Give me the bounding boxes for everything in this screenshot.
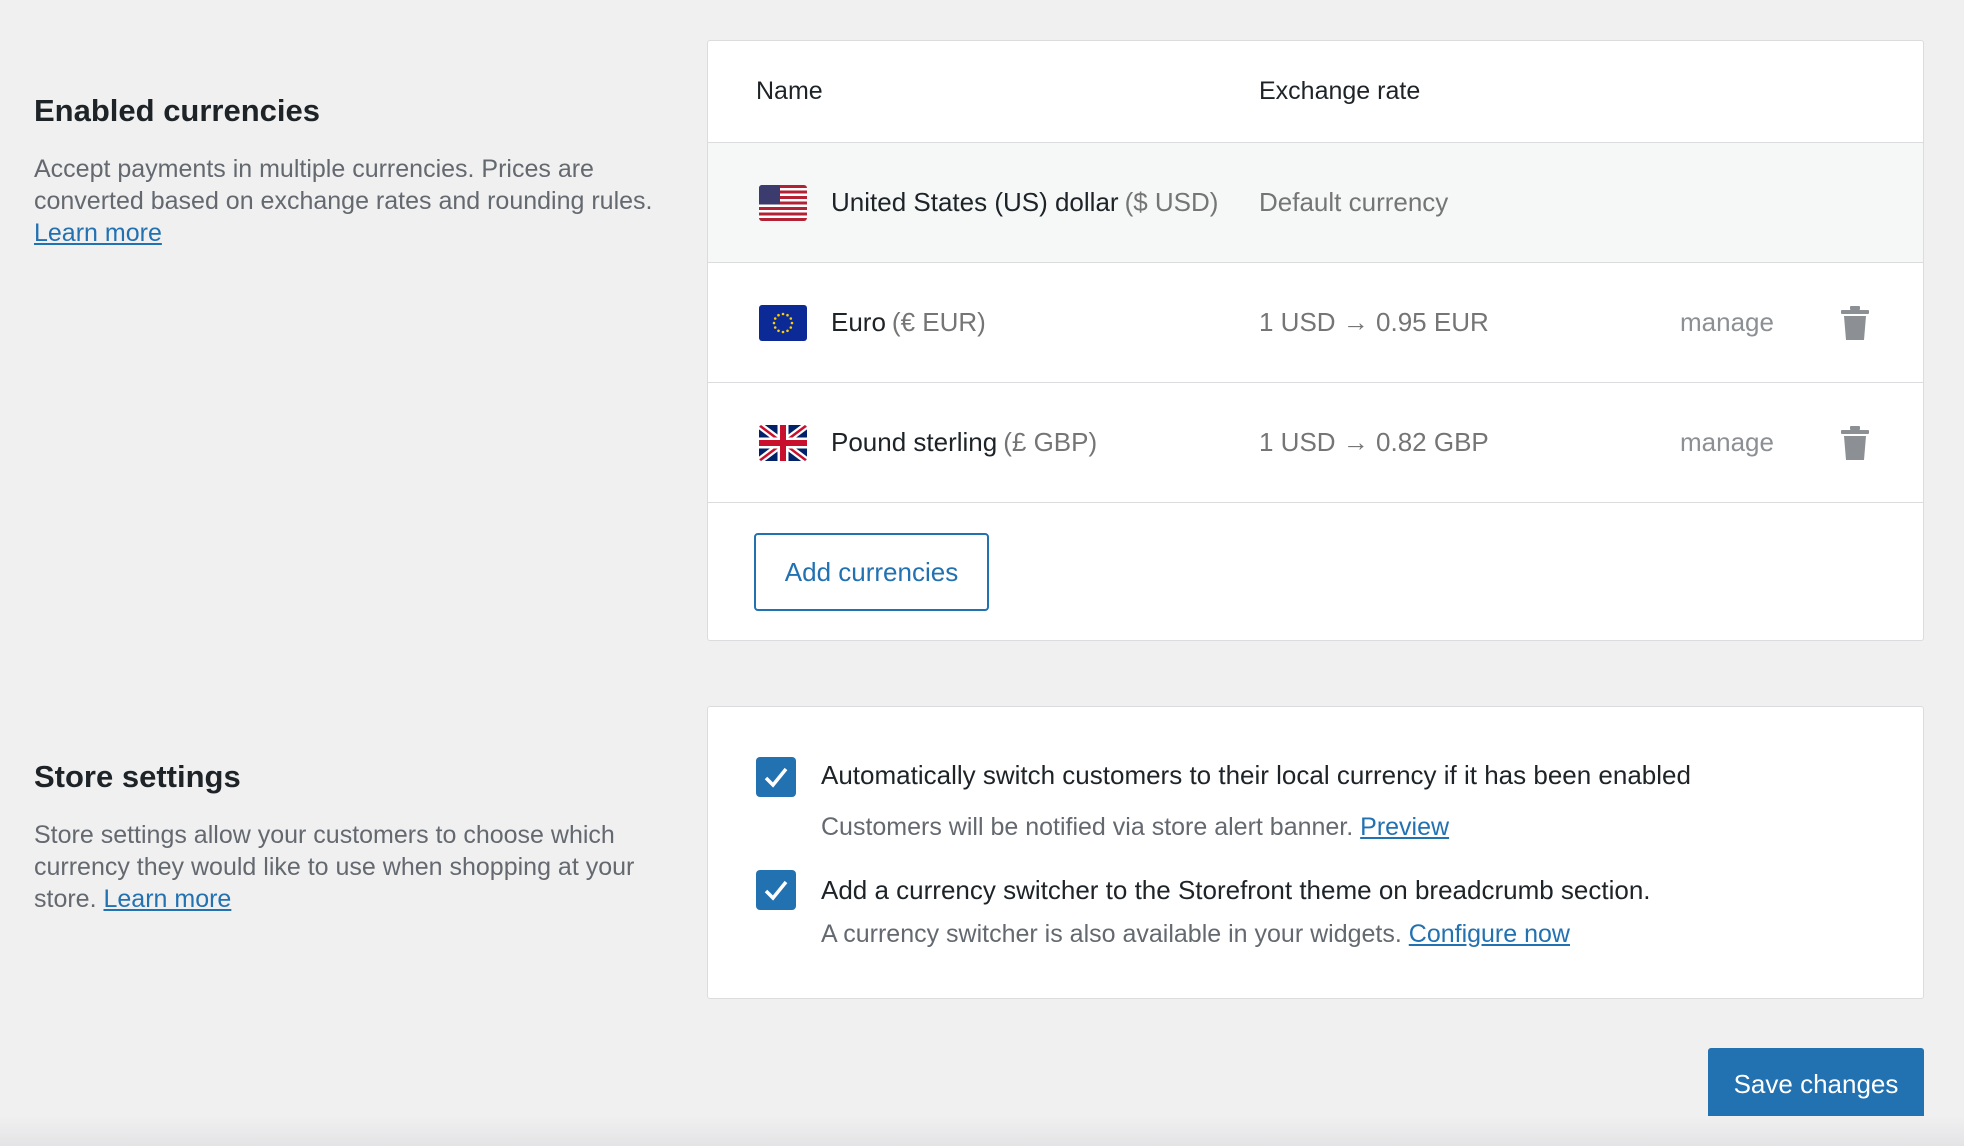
- currency-code: (€ EUR): [891, 307, 986, 337]
- currency-code: ($ USD): [1124, 187, 1219, 217]
- manage-eur-link[interactable]: manage: [1680, 307, 1774, 338]
- enabled-currencies-info: Enabled currencies Accept payments in mu…: [34, 92, 674, 249]
- currency-switcher-help: A currency switcher is also available in…: [821, 920, 1570, 948]
- trash-icon[interactable]: [1840, 305, 1870, 340]
- multi-currency-settings-page: Enabled currencies Accept payments in mu…: [0, 0, 1964, 1146]
- auto-switch-checkbox[interactable]: [756, 757, 796, 797]
- trash-icon[interactable]: [1840, 425, 1870, 460]
- store-settings-description: Store settings allow your customers to c…: [34, 821, 635, 914]
- store-settings-card: Automatically switch customers to their …: [707, 706, 1924, 999]
- uk-flag-icon: [759, 424, 807, 461]
- store-settings-title: Store settings: [34, 759, 241, 794]
- auto-switch-label: Automatically switch customers to their …: [821, 760, 1691, 790]
- preview-link[interactable]: Preview: [1360, 813, 1449, 841]
- currencies-table-header: Name Exchange rate: [708, 41, 1923, 143]
- currency-switcher-label: Add a currency switcher to the Storefron…: [821, 875, 1651, 905]
- auto-switch-help: Customers will be notified via store ale…: [821, 813, 1450, 841]
- exchange-rate: 1 USD → 0.82 GBP: [1259, 427, 1489, 457]
- page-bottom-edge: [0, 1116, 1964, 1146]
- currencies-card: Name Exchange rate United States (US) do…: [707, 40, 1924, 641]
- currency-row-eur: Euro (€ EUR) 1 USD → 0.95 EUR manage: [708, 263, 1923, 383]
- eu-flag-icon: [759, 304, 807, 341]
- currency-name: United States (US) dollar ($ USD): [831, 187, 1219, 217]
- exchange-rate: 1 USD → 0.95 EUR: [1259, 307, 1489, 337]
- us-flag-icon: [759, 184, 807, 221]
- exchange-rate: Default currency: [1259, 187, 1449, 217]
- manage-gbp-link[interactable]: manage: [1680, 427, 1774, 458]
- currency-switcher-checkbox[interactable]: [756, 870, 796, 910]
- enabled-currencies-description: Accept payments in multiple currencies. …: [34, 155, 653, 248]
- store-settings-learn-more-link[interactable]: Learn more: [103, 885, 231, 913]
- currency-name: Euro (€ EUR): [831, 307, 986, 337]
- checkmark-icon: [764, 880, 788, 901]
- enabled-currencies-learn-more-link[interactable]: Learn more: [34, 219, 162, 247]
- save-changes-button[interactable]: Save changes: [1708, 1048, 1924, 1121]
- enabled-currencies-title: Enabled currencies: [34, 93, 321, 128]
- store-settings-info: Store settings Store settings allow your…: [34, 758, 674, 915]
- checkmark-icon: [764, 767, 788, 788]
- currency-name: Pound sterling (£ GBP): [831, 427, 1098, 457]
- currency-row-gbp: Pound sterling (£ GBP) 1 USD → 0.82 GBP m…: [708, 383, 1923, 503]
- configure-now-link[interactable]: Configure now: [1409, 920, 1570, 948]
- add-currencies-button[interactable]: Add currencies: [754, 533, 989, 611]
- currency-code: (£ GBP): [1003, 427, 1098, 457]
- add-currencies-area: Add currencies: [708, 503, 1923, 640]
- currency-row-usd: United States (US) dollar ($ USD) Default…: [708, 143, 1923, 263]
- exchange-rate-column-header: Exchange rate: [1259, 77, 1421, 105]
- name-column-header: Name: [756, 77, 823, 105]
